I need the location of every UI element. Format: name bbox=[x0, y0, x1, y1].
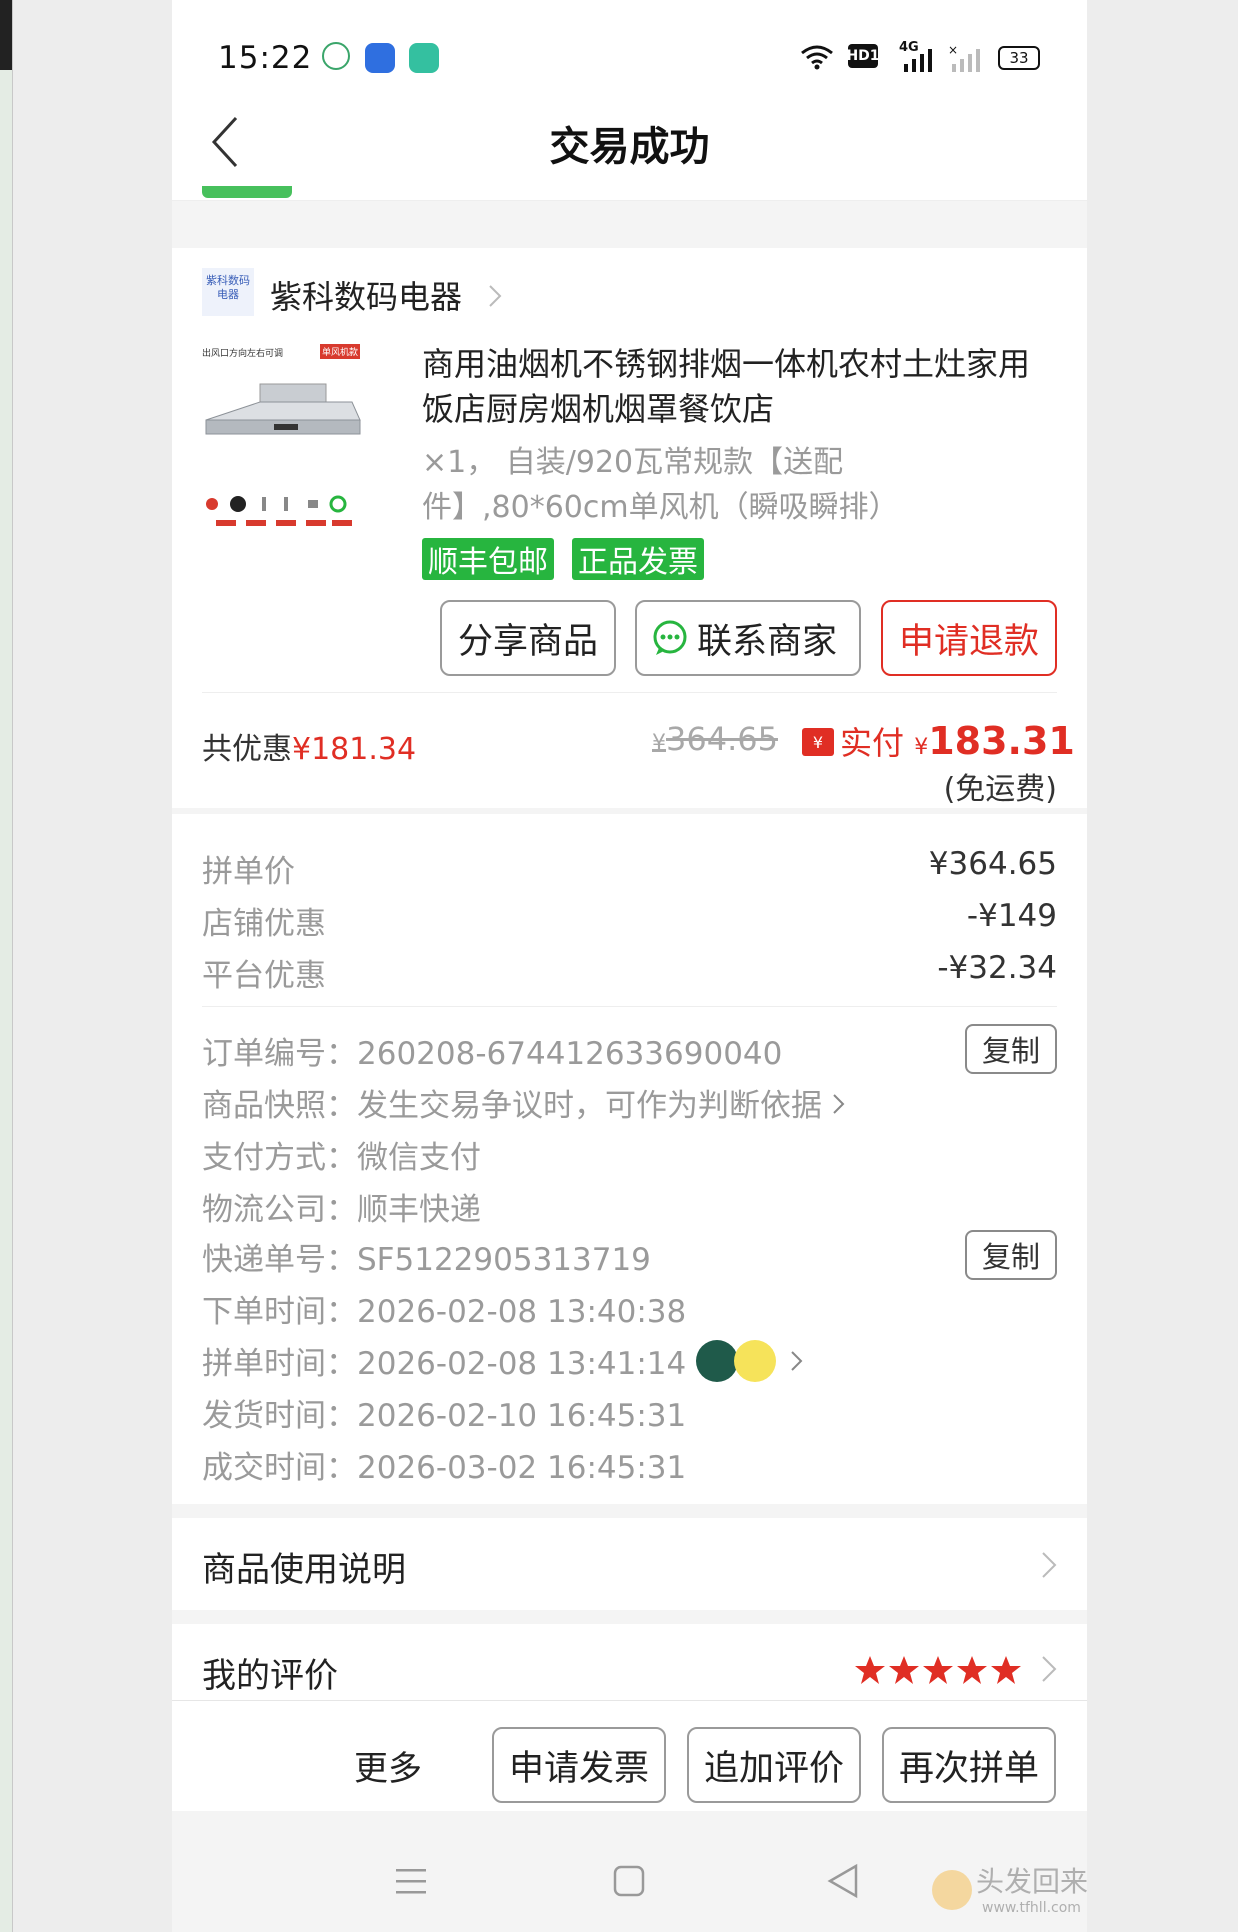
five-star-rating-icon bbox=[855, 1656, 1021, 1684]
bottom-action-bar: 更多 申请发票 追加评价 再次拼单 bbox=[172, 1700, 1087, 1811]
chevron-right-icon bbox=[1042, 1552, 1057, 1578]
platform-discount-value: -¥32.34 bbox=[937, 950, 1057, 986]
tracking-number: 快递单号：SF5122905313719 bbox=[202, 1242, 651, 1278]
ship-time: 发货时间：2026-02-10 16:45:31 bbox=[202, 1398, 687, 1434]
free-shipping-tag: 顺丰包邮 bbox=[422, 538, 554, 580]
platform-discount-label: 平台优惠 bbox=[202, 958, 326, 994]
request-refund-button[interactable]: 申请退款 bbox=[881, 600, 1057, 676]
original-price-currency: ¥ bbox=[652, 731, 666, 756]
payment-method: 支付方式：微信支付 bbox=[202, 1140, 481, 1176]
total-discount-label: 共优惠 bbox=[202, 732, 292, 767]
menu-icon[interactable] bbox=[394, 1866, 428, 1896]
watermark-url: www.tfhll.com bbox=[982, 1900, 1081, 1916]
divider bbox=[202, 692, 1057, 693]
page-title: 交易成功 bbox=[549, 124, 710, 170]
share-product-button[interactable]: 分享商品 bbox=[440, 600, 616, 676]
chevron-right-icon bbox=[791, 1350, 803, 1371]
scrolled-content-fragment bbox=[202, 186, 292, 198]
image-caption-left: 出风口方向左右可调 bbox=[202, 349, 284, 359]
battery-icon: 33 bbox=[998, 46, 1040, 70]
original-price: ¥364.65 bbox=[652, 720, 778, 758]
desktop-edge bbox=[0, 0, 13, 1932]
group-member-avatar bbox=[734, 1339, 777, 1382]
group-time-row[interactable]: 拼单时间：2026-02-08 13:41:14 bbox=[202, 1338, 804, 1383]
shipping-note: (免运费) bbox=[943, 772, 1057, 807]
product-spec: ×1， 自装/920瓦常规款【送配件】,80*60cm单风机（瞬吸瞬排） bbox=[422, 445, 899, 525]
paid-currency: ¥ bbox=[914, 735, 929, 760]
order-details-card: 拼单价 ¥364.65 店铺优惠 -¥149 平台优惠 -¥32.34 订单编号… bbox=[172, 814, 1087, 1504]
my-review-label: 我的评价 bbox=[202, 1656, 338, 1696]
contact-merchant-label: 联系商家 bbox=[697, 621, 838, 662]
group-price-label: 拼单价 bbox=[202, 854, 295, 890]
status-bar: 15:22 HD1 4G × 33 bbox=[172, 0, 1087, 100]
watermark: 头发回来了 www.tfhll.com bbox=[932, 1860, 1087, 1920]
app-notification-icon bbox=[322, 42, 350, 70]
request-invoice-button[interactable]: 申请发票 bbox=[492, 1727, 666, 1803]
wifi-icon bbox=[801, 45, 833, 70]
more-button[interactable]: 更多 bbox=[354, 1741, 422, 1790]
control-panel-illustration bbox=[206, 495, 352, 526]
watermark-text: 头发回来了 bbox=[976, 1865, 1087, 1898]
original-price-value: 364.65 bbox=[666, 720, 778, 758]
copy-order-number-button[interactable]: 复制 bbox=[965, 1024, 1057, 1074]
chat-app-icon bbox=[365, 43, 395, 73]
copy-tracking-number-button[interactable]: 复制 bbox=[965, 1230, 1057, 1280]
total-discount-value: ¥181.34 bbox=[292, 732, 417, 767]
product-title[interactable]: 商用油烟机不锈钢排烟一体机农村土灶家用饭店厨房烟机烟罩餐饮店 bbox=[422, 342, 1047, 432]
svg-text:×: × bbox=[948, 44, 958, 57]
product-snapshot-text: 商品快照：发生交易争议时，可作为判断依据 bbox=[202, 1088, 822, 1124]
shop-name[interactable]: 紫科数码电器 bbox=[270, 272, 462, 318]
desktop-edge-dark-block bbox=[0, 0, 12, 70]
chevron-right-icon bbox=[833, 1094, 845, 1114]
my-review-row[interactable]: 我的评价 bbox=[172, 1624, 1087, 1700]
shop-logo[interactable]: 紫科数码电器 bbox=[202, 268, 254, 316]
shop-discount-label: 店铺优惠 bbox=[202, 906, 326, 942]
desktop-background-right bbox=[1087, 0, 1238, 1932]
phone-screen: 15:22 HD1 4G × 33 交易成功 紫科数码电器 紫科数码电器 出风口… bbox=[172, 0, 1087, 1932]
product-card: 紫科数码电器 紫科数码电器 出风口方向左右可调 单风机款 商用油烟机不锈钢排烟一… bbox=[172, 248, 1087, 808]
paid-price: 183.31 bbox=[928, 719, 1075, 763]
order-time: 下单时间：2026-02-08 13:40:38 bbox=[202, 1294, 687, 1330]
append-review-button[interactable]: 追加评价 bbox=[687, 1727, 861, 1803]
image-caption-right: 单风机款 bbox=[320, 344, 361, 359]
range-hood-illustration bbox=[205, 383, 361, 435]
paid-amount: 实付 ¥183.31 bbox=[840, 718, 1075, 764]
invoice-tag: 正品发票 bbox=[572, 538, 704, 580]
usage-instructions-label: 商品使用说明 bbox=[202, 1550, 406, 1590]
signal-secondary-icon: × bbox=[948, 44, 980, 72]
divider bbox=[202, 1006, 1057, 1007]
paid-label: 实付 bbox=[840, 724, 905, 762]
total-discount: 共优惠¥181.34 bbox=[202, 724, 416, 768]
contact-merchant-button[interactable]: 联系商家 bbox=[635, 600, 861, 676]
status-time: 15:22 bbox=[218, 40, 313, 76]
courier-company: 物流公司：顺丰快递 bbox=[202, 1192, 481, 1228]
shop-chevron-right-icon[interactable] bbox=[488, 284, 502, 308]
group-member-avatar bbox=[696, 1339, 739, 1382]
camera-app-icon bbox=[409, 43, 439, 73]
usage-instructions-row[interactable]: 商品使用说明 bbox=[172, 1518, 1087, 1610]
home-icon[interactable] bbox=[612, 1864, 646, 1898]
hd-icon: HD1 bbox=[846, 44, 880, 68]
deal-time: 成交时间：2026-03-02 16:45:31 bbox=[202, 1450, 687, 1486]
back-nav-icon[interactable] bbox=[826, 1862, 860, 1900]
group-price-value: ¥364.65 bbox=[928, 846, 1057, 882]
watermark-logo-icon bbox=[932, 1870, 972, 1910]
chat-bubble-icon bbox=[653, 620, 687, 655]
order-number: 订单编号：260208-674412633690040 bbox=[202, 1036, 783, 1072]
header: 交易成功 bbox=[172, 100, 1087, 201]
product-image[interactable]: 出风口方向左右可调 单风机款 bbox=[202, 344, 364, 536]
product-snapshot-link[interactable]: 商品快照：发生交易争议时，可作为判断依据 bbox=[202, 1080, 846, 1125]
group-time: 拼单时间：2026-02-08 13:41:14 bbox=[202, 1346, 687, 1382]
shop-discount-value: -¥149 bbox=[966, 898, 1057, 934]
regroup-button[interactable]: 再次拼单 bbox=[882, 1727, 1056, 1803]
signal-icon bbox=[904, 49, 932, 72]
chevron-right-icon bbox=[1042, 1656, 1057, 1682]
payment-badge-icon: ¥ bbox=[802, 728, 834, 756]
